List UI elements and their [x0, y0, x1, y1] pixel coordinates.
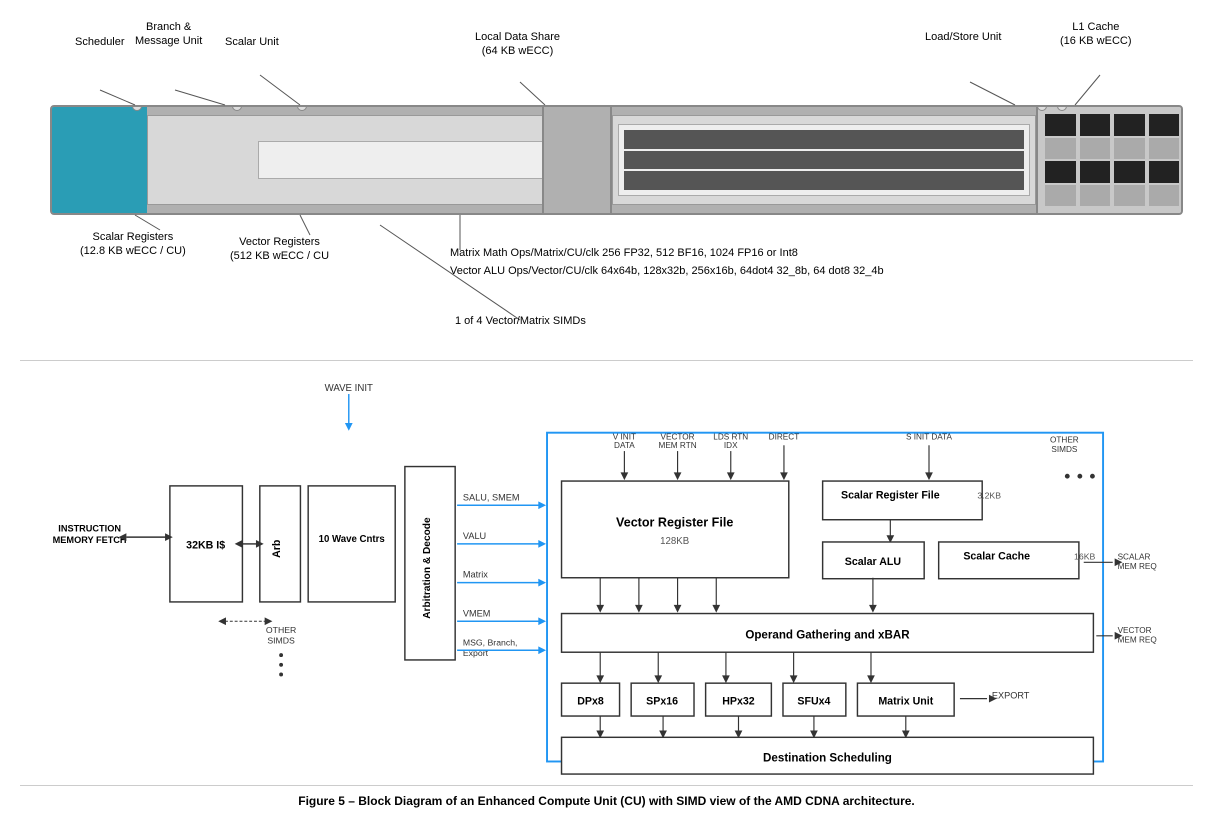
- matrix-math-text: Matrix Math Ops/Matrix/CU/clk 256 FP32, …: [450, 245, 884, 263]
- chip-cell: [1149, 185, 1180, 207]
- chip-rows-2: [624, 130, 1024, 190]
- chip-left-teal: [52, 107, 147, 213]
- connector-dot-3: [297, 105, 307, 111]
- svg-text:SIMDS: SIMDS: [267, 636, 295, 646]
- svg-text:Operand Gathering and xBAR: Operand Gathering and xBAR: [745, 629, 910, 642]
- chip-right-section: [1036, 107, 1181, 213]
- svg-text:VALU: VALU: [463, 531, 486, 541]
- load-store-label: Load/Store Unit: [925, 30, 1001, 44]
- svg-text:Export: Export: [463, 648, 489, 658]
- chip-right-inner: [1043, 112, 1181, 208]
- chip-cell: [1045, 185, 1076, 207]
- chip-cell: [1149, 138, 1180, 160]
- chip-col-4: [1147, 112, 1182, 208]
- scalar-unit-label: Scalar Unit: [225, 35, 279, 49]
- svg-text:Scalar Cache: Scalar Cache: [963, 550, 1030, 562]
- svg-text:Vector Register File: Vector Register File: [616, 516, 733, 530]
- chip-cell: [1080, 138, 1111, 160]
- svg-text:SCALAR: SCALAR: [1118, 552, 1151, 561]
- branch-msg-label: Branch &Message Unit: [135, 20, 202, 49]
- svg-text:MEM REQ: MEM REQ: [1118, 636, 1157, 645]
- chip-cell: [1080, 185, 1111, 207]
- chip-cell: [1045, 161, 1076, 183]
- svg-text:VECTOR: VECTOR: [1118, 626, 1152, 635]
- scheduler-label: Scheduler: [75, 35, 125, 49]
- svg-text:HPx32: HPx32: [722, 695, 755, 707]
- svg-text:MEMORY FETCH: MEMORY FETCH: [53, 535, 127, 545]
- svg-text:VECTOR: VECTOR: [661, 432, 695, 441]
- svg-text:10 Wave Cntrs: 10 Wave Cntrs: [319, 534, 385, 545]
- svg-text:VMEM: VMEM: [463, 608, 491, 618]
- block-diagram: WAVE INIT 32KB I$ INSTRUCTION MEMORY FET…: [20, 360, 1193, 780]
- svg-text:MSG, Branch,: MSG, Branch,: [463, 637, 518, 647]
- svg-text:Matrix Unit: Matrix Unit: [878, 695, 933, 707]
- main-container: Scheduler Branch &Message Unit Scalar Un…: [0, 0, 1213, 818]
- icache-box-rect: [170, 486, 243, 602]
- svg-text:OTHER: OTHER: [1050, 435, 1079, 444]
- svg-text:Arbitration & Decode: Arbitration & Decode: [422, 517, 433, 619]
- chip-row-2-3: [624, 171, 1024, 190]
- vector-regs-label: Vector Registers(512 KB wECC / CU: [230, 235, 329, 264]
- scalar-regs-label: Scalar Registers(12.8 KB wECC / CU): [80, 230, 186, 259]
- chip-cell: [1114, 138, 1145, 160]
- chip-cell: [1114, 161, 1145, 183]
- svg-text:SALU, SMEM: SALU, SMEM: [463, 492, 520, 502]
- matrix-math-label: Matrix Math Ops/Matrix/CU/clk 256 FP32, …: [450, 245, 884, 280]
- svg-text:16KB: 16KB: [1074, 551, 1095, 561]
- svg-text:MEM REQ: MEM REQ: [1118, 562, 1157, 571]
- chip-diagram: Scheduler Branch &Message Unit Scalar Un…: [20, 10, 1193, 350]
- chip-cell: [1149, 161, 1180, 183]
- connector-dot-2: [232, 105, 242, 111]
- block-diagram-svg: WAVE INIT 32KB I$ INSTRUCTION MEMORY FET…: [20, 361, 1193, 780]
- svg-text:DPx8: DPx8: [577, 695, 604, 707]
- svg-text:DATA: DATA: [614, 441, 635, 450]
- vector-alu-text: Vector ALU Ops/Vector/CU/clk 64x64b, 128…: [450, 263, 884, 281]
- chip-cell: [1114, 114, 1145, 136]
- svg-text:Destination Scheduling: Destination Scheduling: [763, 751, 892, 764]
- svg-text:Scalar ALU: Scalar ALU: [845, 556, 902, 568]
- chip-cell: [1149, 114, 1180, 136]
- lds-gap: [542, 107, 612, 213]
- chip-cell: [1080, 161, 1111, 183]
- svg-text:SPx16: SPx16: [646, 695, 678, 707]
- svg-text:32KB I$: 32KB I$: [186, 540, 225, 552]
- svg-text:Scalar Register File: Scalar Register File: [841, 489, 940, 501]
- chip-cell: [1080, 114, 1111, 136]
- svg-text:EXPORT: EXPORT: [992, 691, 1030, 701]
- svg-text:SIMDS: SIMDS: [1051, 445, 1078, 454]
- chip-row-2-2: [624, 151, 1024, 170]
- svg-text:Arb: Arb: [271, 539, 283, 558]
- chip-bar: [50, 105, 1183, 215]
- svg-text:INSTRUCTION: INSTRUCTION: [58, 523, 121, 533]
- l1-cache-label: L1 Cache(16 KB wECC): [1060, 20, 1132, 49]
- svg-text:IDX: IDX: [724, 441, 738, 450]
- svg-text:V INIT: V INIT: [613, 432, 636, 441]
- svg-text:3.2KB: 3.2KB: [977, 490, 1001, 500]
- chip-col-2: [1078, 112, 1113, 208]
- svg-text:DIRECT: DIRECT: [769, 432, 800, 441]
- chip-white-2: [618, 124, 1030, 196]
- svg-text:OTHER: OTHER: [266, 625, 296, 635]
- chip-cell: [1045, 138, 1076, 160]
- svg-text:LDS RTN: LDS RTN: [713, 432, 748, 441]
- simd-label: 1 of 4 Vector/Matrix SIMDs: [455, 315, 586, 327]
- local-data-share-label: Local Data Share(64 KB wECC): [475, 30, 560, 59]
- chip-cell: [1114, 185, 1145, 207]
- chip-row-2-1: [624, 130, 1024, 149]
- chip-rail-2: [612, 115, 1036, 205]
- chip-cell: [1045, 114, 1076, 136]
- svg-text:Matrix: Matrix: [463, 570, 488, 580]
- wave-init-text: WAVE INIT: [325, 383, 373, 394]
- chip-col-3: [1112, 112, 1147, 208]
- svg-text:128KB: 128KB: [660, 536, 689, 547]
- svg-text:SFUx4: SFUx4: [797, 695, 830, 707]
- svg-text:S INIT DATA: S INIT DATA: [906, 432, 953, 441]
- svg-text:MEM RTN: MEM RTN: [659, 441, 697, 450]
- chip-col-1: [1043, 112, 1078, 208]
